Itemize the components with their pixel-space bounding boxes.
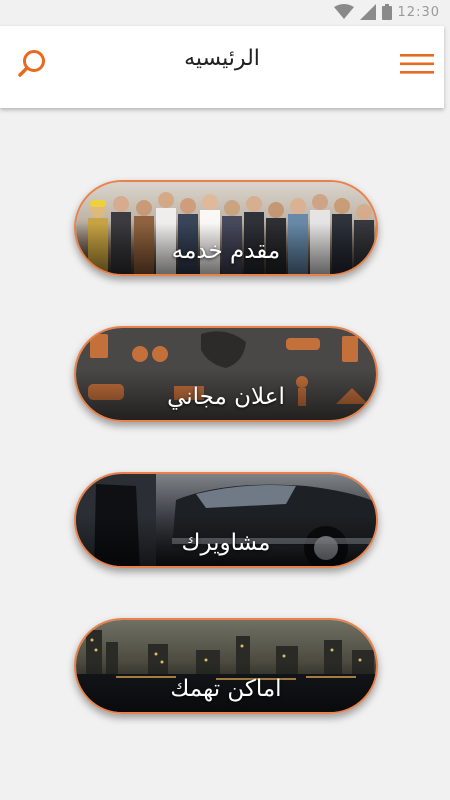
status-bar: 12:30 bbox=[0, 0, 450, 26]
tile-service-provider[interactable]: مقدم خدمه bbox=[74, 180, 378, 276]
signal-icon bbox=[359, 4, 376, 20]
tile-free-ads[interactable]: اعلان مجاني bbox=[74, 326, 378, 422]
hamburger-menu-icon bbox=[398, 54, 438, 84]
tile-label: مقدم خدمه bbox=[171, 238, 281, 264]
status-time: 12:30 bbox=[397, 4, 440, 20]
battery-icon bbox=[381, 4, 392, 20]
wifi-icon bbox=[333, 4, 354, 20]
page-title: الرئيسيه bbox=[184, 46, 260, 71]
tile-label: اعلان مجاني bbox=[167, 384, 285, 410]
tile-label: اماكن تهمك bbox=[170, 676, 282, 702]
tile-rides[interactable]: مشاويرك bbox=[74, 472, 378, 568]
tile-places[interactable]: اماكن تهمك bbox=[74, 618, 378, 714]
app-bar: الرئيسيه bbox=[0, 26, 444, 108]
tile-label: مشاويرك bbox=[181, 530, 271, 556]
menu-button[interactable] bbox=[398, 48, 438, 80]
